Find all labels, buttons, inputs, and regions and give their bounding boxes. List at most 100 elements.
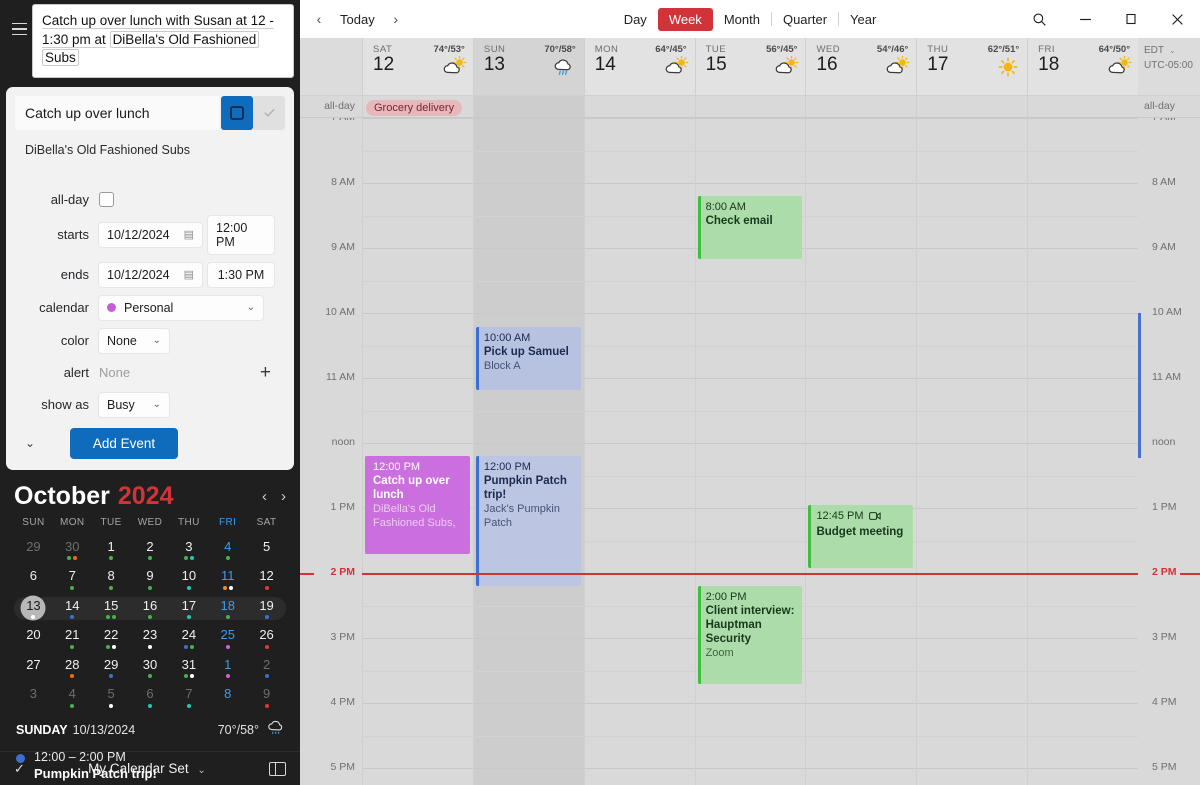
timezone-selector[interactable]: EDT ⌄ UTC-05:00 xyxy=(1138,38,1200,95)
mini-day-20[interactable]: 20 xyxy=(14,626,53,650)
event-title-input[interactable] xyxy=(15,95,219,130)
mini-day-18[interactable]: 18 xyxy=(208,597,247,621)
showas-select[interactable]: Busy ⌄ xyxy=(99,392,169,417)
mini-day-17[interactable]: 17 xyxy=(169,597,208,621)
allday-cell-0[interactable]: Grocery delivery xyxy=(362,96,473,117)
ends-time-field[interactable]: 1:30 PM xyxy=(208,262,274,287)
mini-day-12[interactable]: 12 xyxy=(247,567,286,591)
natural-language-input[interactable]: Catch up over lunch with Susan at 12 - 1… xyxy=(32,4,294,78)
mini-day-9[interactable]: 9 xyxy=(247,685,286,709)
day-column-sun[interactable]: 10:00 AM Pick up Samuel Block A 12:00 PM Pum… xyxy=(472,118,584,785)
mini-day-2[interactable]: 2 xyxy=(131,538,170,562)
mini-day-1[interactable]: 1 xyxy=(208,656,247,680)
mini-day-21[interactable]: 21 xyxy=(53,626,92,650)
day-header-fri[interactable]: FRI 18 64°/50° xyxy=(1027,38,1139,95)
mini-day-16[interactable]: 16 xyxy=(131,597,170,621)
mini-day-23[interactable]: 23 xyxy=(131,626,170,650)
mini-day-9[interactable]: 9 xyxy=(131,567,170,591)
day-column-tue[interactable]: 8:00 AM Check email 2:00 PM Client intervie… xyxy=(694,118,806,785)
calendar-event[interactable]: 10:00 AM Pick up Samuel Block A xyxy=(475,327,581,390)
mini-day-4[interactable]: 4 xyxy=(208,538,247,562)
mini-day-2[interactable]: 2 xyxy=(247,656,286,680)
mini-day-27[interactable]: 27 xyxy=(14,656,53,680)
mini-day-7[interactable]: 7 xyxy=(53,567,92,591)
calendar-select[interactable]: Personal ⌄ xyxy=(99,295,263,320)
mini-day-29[interactable]: 29 xyxy=(92,656,131,680)
confirm-check-button[interactable] xyxy=(253,95,285,130)
calendar-event[interactable]: 12:00 PM Pumpkin Patch trip! Jack's Pumpki… xyxy=(475,456,581,586)
day-header-tue[interactable]: TUE 15 56°/45° xyxy=(694,38,806,95)
allday-cell-3[interactable] xyxy=(694,96,806,117)
mini-day-5[interactable]: 5 xyxy=(247,538,286,562)
day-header-mon[interactable]: MON 14 64°/45° xyxy=(583,38,695,95)
event-type-icon-button[interactable] xyxy=(221,95,253,130)
day-column-sat[interactable]: 12:00 PM Catch up over lunch DiBella's Old… xyxy=(362,118,473,785)
ends-date-field[interactable]: 10/12/2024 ▤ xyxy=(99,262,202,287)
mini-day-22[interactable]: 22 xyxy=(92,626,131,650)
day-header-wed[interactable]: WED 16 54°/46° xyxy=(805,38,917,95)
event-location-input[interactable] xyxy=(15,134,285,183)
mini-day-6[interactable]: 6 xyxy=(131,685,170,709)
mini-day-24[interactable]: 24 xyxy=(169,626,208,650)
mini-day-6[interactable]: 6 xyxy=(14,567,53,591)
calendar-event[interactable]: 2:00 PM Client interview: Hauptman Securi… xyxy=(697,586,803,684)
mini-day-3[interactable]: 3 xyxy=(169,538,208,562)
view-tab-quarter[interactable]: Quarter xyxy=(772,8,838,31)
color-select[interactable]: None ⌄ xyxy=(99,328,169,353)
toggle-panel-icon[interactable] xyxy=(269,761,286,776)
mini-day-15[interactable]: 15 xyxy=(92,597,131,621)
mini-day-13[interactable]: 13 xyxy=(14,595,53,621)
mini-day-11[interactable]: 11 xyxy=(208,567,247,591)
view-tab-day[interactable]: Day xyxy=(613,8,658,31)
expand-form-icon[interactable]: ⌄ xyxy=(15,436,45,450)
day-header-sun[interactable]: SUN 13 70°/58° xyxy=(472,38,584,95)
mini-day-30[interactable]: 30 xyxy=(53,538,92,562)
hamburger-menu-icon[interactable] xyxy=(6,14,32,44)
mini-prev-month-icon[interactable]: ‹ xyxy=(262,488,267,505)
allday-checkbox[interactable] xyxy=(99,191,114,207)
calendar-event[interactable]: 12:00 PM Catch up over lunch DiBella's Old… xyxy=(365,456,470,554)
mini-day-3[interactable]: 3 xyxy=(14,685,53,709)
add-event-button[interactable]: Add Event xyxy=(70,427,178,459)
starts-date-field[interactable]: 10/12/2024 ▤ xyxy=(99,222,202,247)
view-tab-week[interactable]: Week xyxy=(657,7,713,31)
allday-cell-1[interactable] xyxy=(472,96,584,117)
calendar-event[interactable]: 12:45 PM Budget meeting xyxy=(808,505,914,568)
day-column-thu[interactable] xyxy=(916,118,1028,785)
allday-cell-6[interactable] xyxy=(1027,96,1138,117)
mini-day-31[interactable]: 31 xyxy=(169,656,208,680)
mini-day-26[interactable]: 26 xyxy=(247,626,286,650)
mini-day-7[interactable]: 7 xyxy=(169,685,208,709)
view-tab-month[interactable]: Month xyxy=(713,8,771,31)
calendar-event[interactable]: 8:00 AM Check email xyxy=(697,196,803,259)
mini-day-10[interactable]: 10 xyxy=(169,567,208,591)
day-column-mon[interactable] xyxy=(583,118,695,785)
view-tab-year[interactable]: Year xyxy=(839,8,887,31)
add-alert-icon[interactable]: + xyxy=(260,362,271,384)
mini-day-4[interactable]: 4 xyxy=(53,685,92,709)
mini-day-19[interactable]: 19 xyxy=(247,597,286,621)
mini-day-8[interactable]: 8 xyxy=(208,685,247,709)
mini-day-28[interactable]: 28 xyxy=(53,656,92,680)
mini-next-month-icon[interactable]: › xyxy=(281,488,286,505)
mini-day-29[interactable]: 29 xyxy=(14,538,53,562)
mini-day-30[interactable]: 30 xyxy=(131,656,170,680)
day-column-fri[interactable] xyxy=(1027,118,1139,785)
day-header-thu[interactable]: THU 17 62°/51° xyxy=(916,38,1028,95)
calendar-set-selector[interactable]: My Calendar Set ⌄ xyxy=(25,761,269,776)
mini-day-14[interactable]: 14 xyxy=(53,597,92,621)
allday-cell-4[interactable] xyxy=(805,96,916,117)
starts-time-field[interactable]: 12:00 PM xyxy=(208,215,274,254)
mini-day-8[interactable]: 8 xyxy=(92,567,131,591)
mini-day-5[interactable]: 5 xyxy=(92,685,131,709)
mini-day-25[interactable]: 25 xyxy=(208,626,247,650)
allday-event[interactable]: Grocery delivery xyxy=(366,100,463,116)
allday-cell-2[interactable] xyxy=(583,96,695,117)
overflow-event-rail[interactable] xyxy=(1138,313,1141,458)
alert-value[interactable]: None xyxy=(99,365,260,380)
mini-day-1[interactable]: 1 xyxy=(92,538,131,562)
day-column-wed[interactable]: 12:45 PM Budget meeting xyxy=(805,118,917,785)
allday-cell-5[interactable] xyxy=(916,96,1027,117)
check-icon[interactable]: ✓ xyxy=(14,761,25,777)
day-header-sat[interactable]: SAT 12 74°/53° xyxy=(362,38,473,95)
